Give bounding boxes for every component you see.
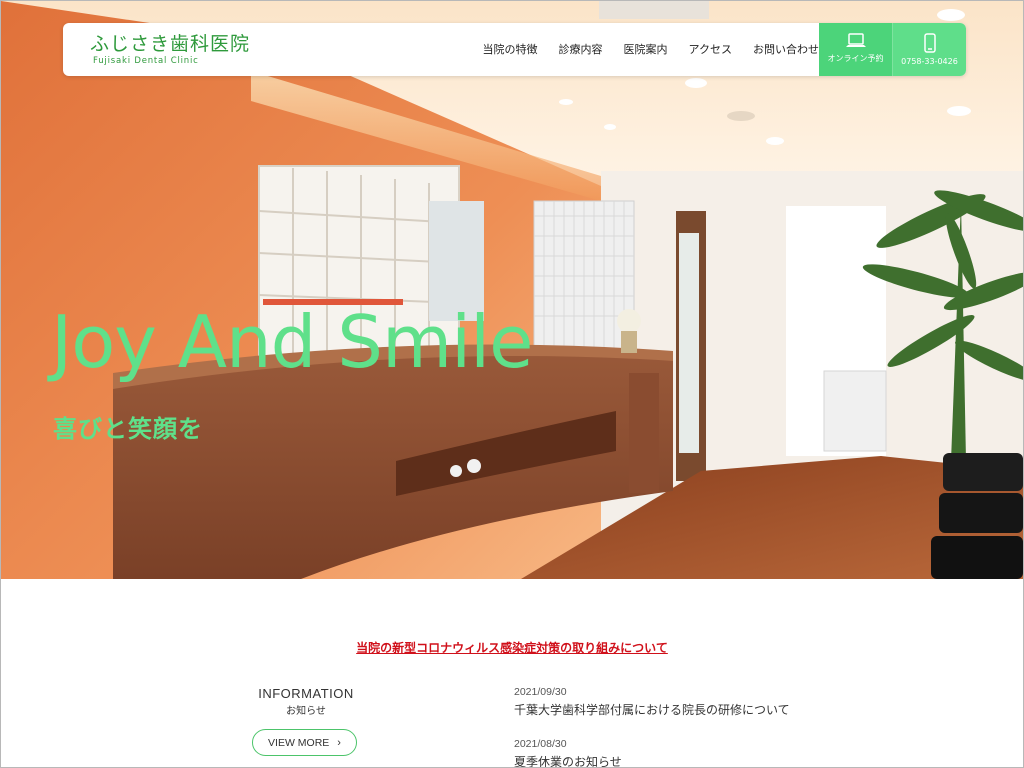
news-date: 2021/09/30: [514, 686, 567, 698]
laptop-icon: [845, 33, 866, 47]
information-subtitle: お知らせ: [286, 706, 326, 717]
nav-item-clinic-info[interactable]: 医院案内: [624, 41, 668, 57]
news-date: 2021/08/30: [514, 738, 567, 750]
online-booking-label: オンライン予約: [827, 54, 884, 63]
site-logo[interactable]: ふじさき歯科医院 Fujisaki Dental Clinic: [90, 33, 250, 66]
news-item[interactable]: 2021/09/30 千葉大学歯科学部付属における院長の研修について: [514, 686, 954, 718]
nav-item-treatments[interactable]: 診療内容: [559, 41, 603, 57]
covid-notice: 当院の新型コロナウィルス感染症対策の取り組みについて: [1, 637, 1023, 656]
view-more-button[interactable]: VIEW MORE ›: [252, 729, 357, 756]
logo-text-en: Fujisaki Dental Clinic: [93, 56, 199, 66]
news-title[interactable]: 千葉大学歯科学部付属における院長の研修について: [514, 701, 954, 718]
smartphone-icon: [923, 33, 936, 53]
news-list: 2021/09/30 千葉大学歯科学部付属における院長の研修について 2021/…: [514, 686, 954, 767]
phone-number: 0758-33-0426: [901, 57, 958, 66]
view-more-label: VIEW MORE: [268, 737, 330, 749]
page-frame: Joy And Smile 喜びと笑顔を ふじさき歯科医院 Fujisaki D…: [0, 0, 1024, 768]
information-title: INFORMATION: [258, 686, 354, 701]
phone-button[interactable]: 0758-33-0426: [893, 23, 966, 76]
reception-photo: [1, 1, 1023, 579]
nav-item-features[interactable]: 当院の特徴: [483, 41, 538, 57]
news-item[interactable]: 2021/08/30 夏季休業のお知らせ: [514, 738, 954, 767]
covid-notice-link[interactable]: 当院の新型コロナウィルス感染症対策の取り組みについて: [356, 641, 668, 655]
hero-image: Joy And Smile 喜びと笑顔を: [1, 1, 1023, 579]
hero-subtitle: 喜びと笑顔を: [53, 415, 203, 443]
chevron-right-icon: ›: [337, 737, 341, 749]
logo-text-jp: ふじさき歯科医院: [90, 33, 251, 55]
main-nav: 当院の特徴 診療内容 医院案内 アクセス お問い合わせ: [462, 41, 819, 57]
nav-item-contact[interactable]: お問い合わせ: [753, 41, 819, 57]
online-booking-button[interactable]: オンライン予約: [819, 23, 893, 76]
nav-item-access[interactable]: アクセス: [689, 41, 732, 57]
site-header: ふじさき歯科医院 Fujisaki Dental Clinic 当院の特徴 診療…: [63, 23, 966, 76]
information-heading: INFORMATION お知らせ: [251, 686, 361, 717]
news-title[interactable]: 夏季休業のお知らせ: [514, 753, 954, 767]
hero-title: Joy And Smile: [51, 300, 533, 384]
